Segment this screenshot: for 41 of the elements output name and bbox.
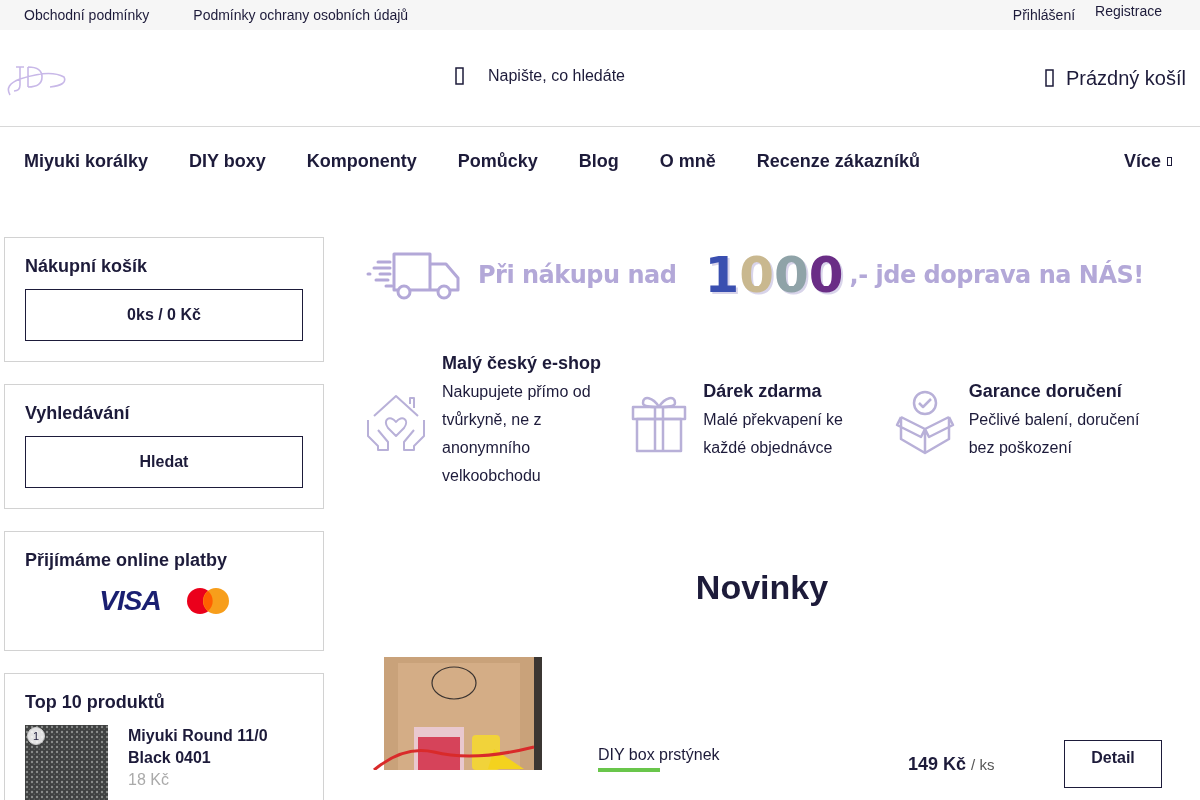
account-link[interactable]: Registrace (1095, 2, 1162, 19)
mastercard-icon (186, 588, 229, 614)
panel-title: Přijímáme online platby (25, 550, 229, 571)
nav-item[interactable]: DIY boxy (189, 150, 266, 172)
caret-icon (1167, 156, 1172, 166)
feature-title: Malý český e-shop (442, 353, 603, 374)
feature-text: Nakupujete přímo od tvůrkyně, ne z anonymního velkoobchodu (442, 382, 592, 486)
nav-item[interactable]: Recenze zákazníků (756, 150, 920, 172)
detail-button[interactable]: Detail (1064, 740, 1162, 788)
feature-text: Pečlivé balení, doručení bez poškození (968, 410, 1141, 458)
cart-icon (1044, 69, 1054, 87)
product-price: 18 Kč (128, 771, 170, 789)
feature-title: Dárek zdarma (703, 381, 823, 402)
stock-bar (598, 768, 660, 772)
more-menu[interactable]: Více (1123, 150, 1172, 172)
banner-text: ,- jde doprava na NÁS! (849, 261, 1144, 289)
nav-item[interactable]: O mně (659, 150, 716, 172)
product-price: 149 Kč (908, 754, 967, 774)
panel-title: Vyhledávání (25, 403, 131, 424)
panel-title: Nákupní košík (25, 256, 149, 277)
account-link[interactable]: Přihlášení (1012, 7, 1076, 23)
search-button[interactable]: Hledat (25, 436, 303, 488)
banner-text: Při nákupu nad (478, 261, 677, 289)
nav-item[interactable]: Komponenty (306, 150, 417, 172)
footer-link[interactable]: Podmínky ochrany osobních údajů (193, 7, 409, 23)
product-name[interactable]: Miyuki Round 11/0 Black 0401 (128, 725, 303, 769)
section-heading: Novinky (694, 568, 830, 607)
nav-item[interactable]: Miyuki korálky (24, 150, 149, 172)
search-icon (455, 67, 464, 85)
feature-title: Garance doručení (968, 381, 1123, 402)
price-unit: / ks (971, 756, 995, 773)
cart-button[interactable]: 0ks / 0 Kč (25, 289, 303, 341)
product-name[interactable]: DIY box prstýnek (598, 746, 858, 764)
panel-title: Top 10 produktů (25, 692, 166, 713)
nav-item[interactable]: Pomůcky (457, 150, 538, 172)
footer-link[interactable]: Obchodní podmínky (24, 7, 150, 23)
nav-item[interactable]: Blog (578, 150, 619, 172)
feature-text: Malé překvapení ke každé objednávce (703, 410, 844, 458)
visa-logo: VISA (99, 585, 161, 617)
box-check-icon (894, 388, 955, 455)
banner-amount: 1000 (704, 246, 844, 304)
